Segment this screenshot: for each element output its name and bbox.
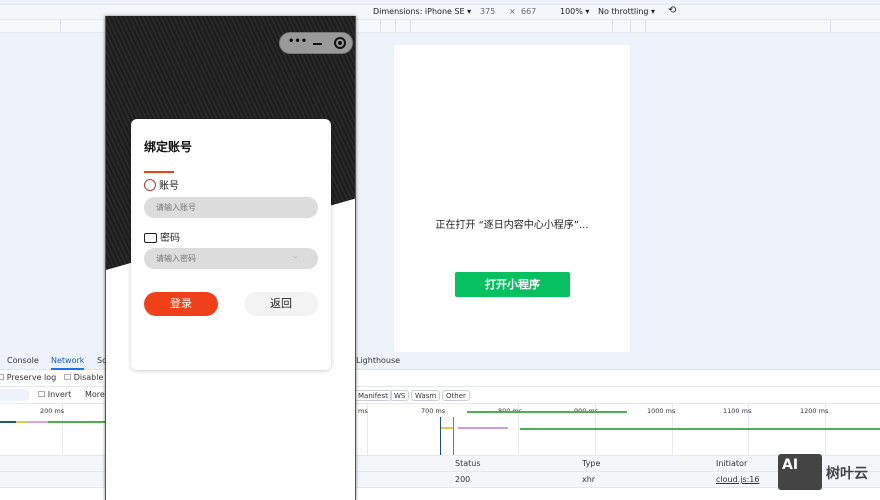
password-label-row: 密码: [144, 229, 180, 244]
throttling-select[interactable]: No throttling ▾: [598, 7, 655, 16]
tab-lighthouse[interactable]: Lighthouse: [356, 352, 400, 370]
bind-account-card: 绑定账号 账号 密码 ⌣ 登录 返回: [131, 119, 331, 370]
preserve-log-label: Preserve log: [6, 373, 57, 382]
open-miniprogram-dialog: [394, 45, 630, 352]
initiator-link[interactable]: cloud.js:16: [716, 475, 759, 484]
width-input[interactable]: 375: [480, 7, 495, 16]
tab-network[interactable]: Network: [51, 352, 85, 370]
title-underline: [144, 171, 174, 173]
open-miniprogram-button[interactable]: 打开小程序: [455, 272, 570, 297]
opening-text: 正在打开 “逐日内容中心小程序”...: [435, 220, 589, 231]
zoom-select[interactable]: 100% ▾: [560, 7, 589, 16]
miniprogram-capsule: •••: [279, 32, 353, 54]
back-button[interactable]: 返回: [244, 292, 318, 316]
timing-bar: [48, 421, 108, 423]
more-filters[interactable]: More: [85, 390, 105, 399]
user-icon: [144, 178, 156, 191]
column-type[interactable]: Type: [582, 459, 600, 468]
watermark-logo: AI 树叶云: [778, 454, 875, 494]
account-label: 账号: [159, 181, 179, 192]
password-label: 密码: [160, 233, 180, 244]
ai-logo-icon: AI: [778, 454, 822, 490]
throttling-label: No throttling: [598, 7, 649, 16]
tick-label: 1200 ms: [800, 407, 829, 415]
tick-label: 200 ms: [40, 407, 65, 415]
phone-simulator: ••• 绑定账号 账号 密码 ⌣ 登录 返回: [105, 16, 356, 500]
tab-console[interactable]: Console: [7, 352, 39, 370]
tick-label: 1000 ms: [647, 407, 676, 415]
disable-cache-checkbox[interactable]: ☐ Disable c: [64, 373, 110, 382]
password-input[interactable]: [144, 248, 318, 269]
more-icon[interactable]: •••: [288, 36, 307, 47]
login-button[interactable]: 登录: [144, 292, 218, 316]
timing-bar: [520, 428, 880, 430]
timing-bar: [467, 411, 627, 413]
rotate-icon[interactable]: ⟲: [668, 5, 676, 16]
tick-label: 1100 ms: [723, 407, 752, 415]
column-status[interactable]: Status: [455, 459, 481, 468]
dimensions-select[interactable]: Dimensions: iPhone SE ▾: [373, 7, 471, 16]
height-input[interactable]: 667: [521, 7, 536, 16]
minimize-icon[interactable]: [313, 43, 322, 45]
invert-checkbox[interactable]: ☐ Invert: [38, 390, 71, 399]
filter-chip-manifest[interactable]: Manifest: [354, 390, 392, 401]
zoom-label: 100%: [560, 7, 583, 16]
eye-closed-icon[interactable]: ⌣: [293, 253, 298, 262]
watermark-text: 树叶云: [826, 466, 868, 482]
account-label-row: 账号: [144, 177, 179, 192]
dom-content-loaded-line: [440, 417, 441, 455]
timing-bar: [441, 427, 453, 429]
times-sign: ×: [509, 7, 516, 16]
filter-input[interactable]: [0, 389, 30, 401]
invert-label: Invert: [47, 390, 72, 399]
column-initiator[interactable]: Initiator: [716, 459, 747, 468]
dimensions-label: Dimensions: iPhone SE: [373, 7, 465, 16]
tick-label: 700 ms: [421, 407, 446, 415]
timing-bar: [0, 421, 16, 423]
preserve-log-checkbox[interactable]: ☐ Preserve log: [0, 373, 56, 382]
account-input[interactable]: [144, 197, 318, 218]
type-cell: xhr: [582, 475, 596, 484]
timing-bar: [458, 427, 508, 429]
timing-bar: [16, 421, 28, 423]
status-cell: 200: [455, 475, 471, 484]
card-title: 绑定账号: [144, 140, 193, 154]
tick-label: ms: [358, 407, 368, 415]
filter-chip-ws[interactable]: WS: [390, 390, 410, 401]
lock-icon: [144, 232, 157, 243]
timing-bar: [28, 421, 48, 423]
filter-chip-wasm[interactable]: Wasm: [411, 390, 441, 401]
close-icon[interactable]: [334, 37, 346, 49]
load-line: [453, 417, 454, 455]
filter-chip-other[interactable]: Other: [442, 390, 470, 401]
